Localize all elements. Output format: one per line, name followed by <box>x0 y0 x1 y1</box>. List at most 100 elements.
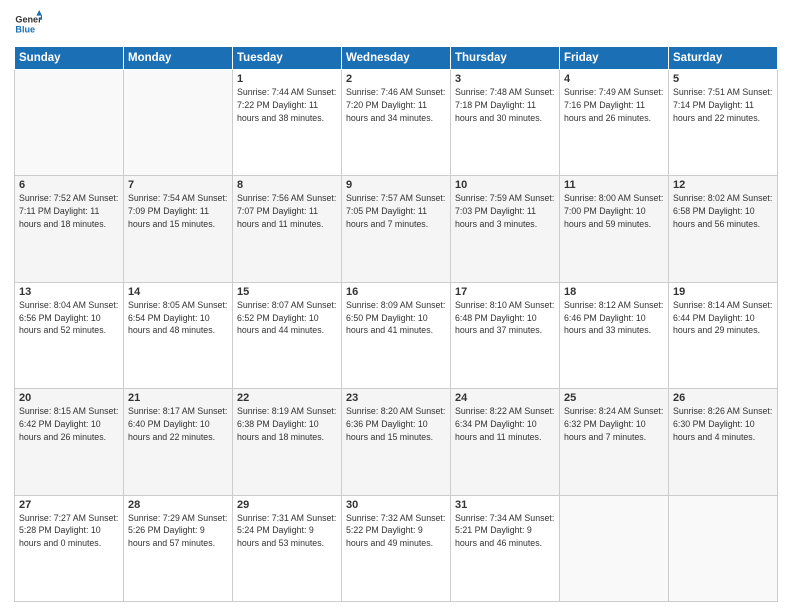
day-number: 15 <box>237 286 337 298</box>
calendar-cell: 13Sunrise: 8:04 AM Sunset: 6:56 PM Dayli… <box>15 282 124 388</box>
calendar-cell: 11Sunrise: 8:00 AM Sunset: 7:00 PM Dayli… <box>560 176 669 282</box>
day-info: Sunrise: 7:59 AM Sunset: 7:03 PM Dayligh… <box>455 192 555 230</box>
calendar-cell: 1Sunrise: 7:44 AM Sunset: 7:22 PM Daylig… <box>233 70 342 176</box>
calendar-cell: 28Sunrise: 7:29 AM Sunset: 5:26 PM Dayli… <box>124 495 233 601</box>
day-number: 20 <box>19 392 119 404</box>
day-number: 8 <box>237 179 337 191</box>
day-number: 1 <box>237 73 337 85</box>
weekday-header-row: SundayMondayTuesdayWednesdayThursdayFrid… <box>15 47 778 70</box>
calendar-week-2: 13Sunrise: 8:04 AM Sunset: 6:56 PM Dayli… <box>15 282 778 388</box>
day-info: Sunrise: 7:49 AM Sunset: 7:16 PM Dayligh… <box>564 86 664 124</box>
day-number: 12 <box>673 179 773 191</box>
day-info: Sunrise: 8:14 AM Sunset: 6:44 PM Dayligh… <box>673 299 773 337</box>
calendar-cell: 16Sunrise: 8:09 AM Sunset: 6:50 PM Dayli… <box>342 282 451 388</box>
header: General Blue <box>14 10 778 38</box>
day-info: Sunrise: 7:32 AM Sunset: 5:22 PM Dayligh… <box>346 512 446 550</box>
calendar-cell: 15Sunrise: 8:07 AM Sunset: 6:52 PM Dayli… <box>233 282 342 388</box>
calendar-week-0: 1Sunrise: 7:44 AM Sunset: 7:22 PM Daylig… <box>15 70 778 176</box>
day-info: Sunrise: 8:22 AM Sunset: 6:34 PM Dayligh… <box>455 405 555 443</box>
calendar-cell: 7Sunrise: 7:54 AM Sunset: 7:09 PM Daylig… <box>124 176 233 282</box>
weekday-friday: Friday <box>560 47 669 70</box>
day-info: Sunrise: 8:00 AM Sunset: 7:00 PM Dayligh… <box>564 192 664 230</box>
calendar-cell: 10Sunrise: 7:59 AM Sunset: 7:03 PM Dayli… <box>451 176 560 282</box>
day-info: Sunrise: 7:54 AM Sunset: 7:09 PM Dayligh… <box>128 192 228 230</box>
day-info: Sunrise: 8:02 AM Sunset: 6:58 PM Dayligh… <box>673 192 773 230</box>
day-info: Sunrise: 7:34 AM Sunset: 5:21 PM Dayligh… <box>455 512 555 550</box>
calendar-cell <box>124 70 233 176</box>
calendar-cell: 18Sunrise: 8:12 AM Sunset: 6:46 PM Dayli… <box>560 282 669 388</box>
day-info: Sunrise: 7:52 AM Sunset: 7:11 PM Dayligh… <box>19 192 119 230</box>
weekday-sunday: Sunday <box>15 47 124 70</box>
day-number: 24 <box>455 392 555 404</box>
weekday-monday: Monday <box>124 47 233 70</box>
day-info: Sunrise: 7:44 AM Sunset: 7:22 PM Dayligh… <box>237 86 337 124</box>
day-number: 30 <box>346 499 446 511</box>
calendar-cell: 26Sunrise: 8:26 AM Sunset: 6:30 PM Dayli… <box>669 389 778 495</box>
day-number: 9 <box>346 179 446 191</box>
calendar-cell <box>15 70 124 176</box>
weekday-saturday: Saturday <box>669 47 778 70</box>
day-number: 22 <box>237 392 337 404</box>
calendar-cell: 27Sunrise: 7:27 AM Sunset: 5:28 PM Dayli… <box>15 495 124 601</box>
day-number: 10 <box>455 179 555 191</box>
calendar-cell: 23Sunrise: 8:20 AM Sunset: 6:36 PM Dayli… <box>342 389 451 495</box>
day-number: 5 <box>673 73 773 85</box>
calendar-cell: 9Sunrise: 7:57 AM Sunset: 7:05 PM Daylig… <box>342 176 451 282</box>
calendar-cell: 22Sunrise: 8:19 AM Sunset: 6:38 PM Dayli… <box>233 389 342 495</box>
calendar-cell: 14Sunrise: 8:05 AM Sunset: 6:54 PM Dayli… <box>124 282 233 388</box>
day-info: Sunrise: 7:46 AM Sunset: 7:20 PM Dayligh… <box>346 86 446 124</box>
day-number: 19 <box>673 286 773 298</box>
day-info: Sunrise: 7:29 AM Sunset: 5:26 PM Dayligh… <box>128 512 228 550</box>
calendar-cell: 30Sunrise: 7:32 AM Sunset: 5:22 PM Dayli… <box>342 495 451 601</box>
day-number: 25 <box>564 392 664 404</box>
day-number: 3 <box>455 73 555 85</box>
logo: General Blue <box>14 10 44 38</box>
day-info: Sunrise: 8:05 AM Sunset: 6:54 PM Dayligh… <box>128 299 228 337</box>
calendar-cell: 31Sunrise: 7:34 AM Sunset: 5:21 PM Dayli… <box>451 495 560 601</box>
weekday-tuesday: Tuesday <box>233 47 342 70</box>
day-info: Sunrise: 8:19 AM Sunset: 6:38 PM Dayligh… <box>237 405 337 443</box>
calendar-cell: 6Sunrise: 7:52 AM Sunset: 7:11 PM Daylig… <box>15 176 124 282</box>
day-number: 16 <box>346 286 446 298</box>
calendar-cell: 5Sunrise: 7:51 AM Sunset: 7:14 PM Daylig… <box>669 70 778 176</box>
day-info: Sunrise: 7:27 AM Sunset: 5:28 PM Dayligh… <box>19 512 119 550</box>
calendar-cell: 25Sunrise: 8:24 AM Sunset: 6:32 PM Dayli… <box>560 389 669 495</box>
day-number: 4 <box>564 73 664 85</box>
calendar-cell: 24Sunrise: 8:22 AM Sunset: 6:34 PM Dayli… <box>451 389 560 495</box>
day-number: 13 <box>19 286 119 298</box>
day-number: 26 <box>673 392 773 404</box>
day-number: 21 <box>128 392 228 404</box>
calendar-cell: 4Sunrise: 7:49 AM Sunset: 7:16 PM Daylig… <box>560 70 669 176</box>
page: General Blue SundayMondayTuesdayWednesda… <box>0 0 792 612</box>
day-info: Sunrise: 7:31 AM Sunset: 5:24 PM Dayligh… <box>237 512 337 550</box>
day-number: 2 <box>346 73 446 85</box>
day-number: 11 <box>564 179 664 191</box>
calendar-cell: 17Sunrise: 8:10 AM Sunset: 6:48 PM Dayli… <box>451 282 560 388</box>
calendar-cell: 12Sunrise: 8:02 AM Sunset: 6:58 PM Dayli… <box>669 176 778 282</box>
day-number: 7 <box>128 179 228 191</box>
svg-text:General: General <box>15 15 42 25</box>
calendar-cell: 8Sunrise: 7:56 AM Sunset: 7:07 PM Daylig… <box>233 176 342 282</box>
day-number: 27 <box>19 499 119 511</box>
calendar-table: SundayMondayTuesdayWednesdayThursdayFrid… <box>14 46 778 602</box>
day-info: Sunrise: 7:56 AM Sunset: 7:07 PM Dayligh… <box>237 192 337 230</box>
svg-text:Blue: Blue <box>15 24 35 34</box>
day-info: Sunrise: 8:04 AM Sunset: 6:56 PM Dayligh… <box>19 299 119 337</box>
day-info: Sunrise: 7:48 AM Sunset: 7:18 PM Dayligh… <box>455 86 555 124</box>
weekday-wednesday: Wednesday <box>342 47 451 70</box>
calendar-cell: 29Sunrise: 7:31 AM Sunset: 5:24 PM Dayli… <box>233 495 342 601</box>
calendar-week-4: 27Sunrise: 7:27 AM Sunset: 5:28 PM Dayli… <box>15 495 778 601</box>
day-number: 17 <box>455 286 555 298</box>
day-number: 18 <box>564 286 664 298</box>
day-info: Sunrise: 8:17 AM Sunset: 6:40 PM Dayligh… <box>128 405 228 443</box>
calendar-cell <box>669 495 778 601</box>
day-info: Sunrise: 8:26 AM Sunset: 6:30 PM Dayligh… <box>673 405 773 443</box>
logo-icon: General Blue <box>14 10 42 38</box>
day-info: Sunrise: 7:51 AM Sunset: 7:14 PM Dayligh… <box>673 86 773 124</box>
day-info: Sunrise: 8:20 AM Sunset: 6:36 PM Dayligh… <box>346 405 446 443</box>
day-info: Sunrise: 7:57 AM Sunset: 7:05 PM Dayligh… <box>346 192 446 230</box>
day-info: Sunrise: 8:09 AM Sunset: 6:50 PM Dayligh… <box>346 299 446 337</box>
day-info: Sunrise: 8:24 AM Sunset: 6:32 PM Dayligh… <box>564 405 664 443</box>
day-info: Sunrise: 8:12 AM Sunset: 6:46 PM Dayligh… <box>564 299 664 337</box>
day-number: 29 <box>237 499 337 511</box>
